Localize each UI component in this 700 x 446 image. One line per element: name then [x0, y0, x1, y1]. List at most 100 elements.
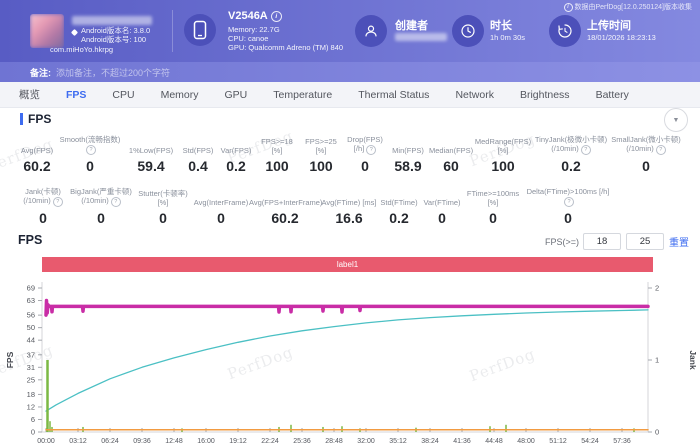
x-tick: 03:12: [69, 438, 87, 445]
y-left-tick: 50: [27, 323, 35, 332]
x-tick: 12:48: [165, 438, 183, 445]
stat-label: TinyJank(极微小卡顿)(/10min)?: [533, 136, 609, 155]
x-tick: 00:00: [37, 438, 55, 445]
stat-cell: Avg(InterFrame)0: [193, 188, 249, 226]
stat-label: MedRange(FPS)[%]: [473, 136, 533, 155]
stat-value: 60.2: [17, 158, 57, 174]
section-header: FPS: [20, 112, 51, 126]
x-tick: 38:24: [421, 438, 439, 445]
stat-cell: 1%Low(FPS) 59.4: [123, 136, 179, 174]
tab-network[interactable]: Network: [442, 82, 507, 107]
help-icon[interactable]: ?: [86, 145, 96, 155]
stat-label: Var(FTime): [421, 188, 463, 207]
stat-value: 0: [523, 210, 613, 226]
stat-cell: Std(FTime) 0.2: [377, 188, 421, 226]
stat-cell: FTime>=100ms [%]0: [463, 188, 523, 226]
app-avatar: [30, 14, 64, 48]
tab-temperature[interactable]: Temperature: [260, 82, 345, 107]
tab-thermal-status[interactable]: Thermal Status: [345, 82, 442, 107]
note-bar[interactable]: 备注: 添加备注，不超过200个字符: [0, 62, 700, 82]
stat-value: 100: [255, 158, 299, 174]
x-tick: 32:00: [357, 438, 375, 445]
y-left-tick: 56: [27, 311, 35, 320]
stat-label: BigJank(严重卡顿)(/10min)?: [69, 188, 133, 207]
stat-label: Avg(FPS+InterFrame): [249, 188, 321, 207]
stat-label: Avg(FTime) [ms]: [321, 188, 377, 207]
tab-memory[interactable]: Memory: [148, 82, 212, 107]
android-version-code: Android版本号: 100: [81, 34, 146, 45]
android-icon: [71, 29, 78, 36]
collapse-section-button[interactable]: ▼: [664, 108, 688, 132]
tab-bar: 概览FPSCPUMemoryGPUTemperatureThermal Stat…: [0, 82, 700, 108]
help-icon[interactable]: ?: [53, 197, 63, 207]
tab-fps[interactable]: FPS: [53, 82, 99, 107]
help-icon[interactable]: ?: [581, 145, 591, 155]
stat-value: 16.6: [321, 210, 377, 226]
help-icon[interactable]: ?: [111, 197, 121, 207]
fps-filter: FPS(>=) 重置: [545, 233, 689, 250]
tab-gpu[interactable]: GPU: [212, 82, 261, 107]
series-avg-fps-: [46, 310, 648, 411]
help-icon[interactable]: ?: [564, 197, 574, 207]
stat-value: 0: [609, 158, 683, 174]
fps-threshold-input-1[interactable]: [583, 233, 621, 250]
device-memory: Memory: 22.7G: [228, 25, 280, 34]
chart-range-bar[interactable]: label1: [42, 257, 653, 272]
x-tick: 06:24: [101, 438, 119, 445]
phone-icon: [184, 14, 216, 46]
collect-version-note: i数据由PerfDog[12.0.250124]版本收集: [564, 2, 693, 12]
stat-label: 1%Low(FPS): [123, 136, 179, 155]
stat-cell: SmallJank(微小卡顿)(/10min)?0: [609, 136, 683, 174]
stat-value: 0.2: [217, 158, 255, 174]
duration-icon: [452, 15, 484, 47]
fps-threshold-input-2[interactable]: [626, 233, 664, 250]
header-divider: [172, 10, 173, 52]
y-right-tick: 0: [655, 428, 659, 437]
help-icon[interactable]: ?: [656, 145, 666, 155]
device-info-icon[interactable]: i: [271, 11, 282, 22]
chart-range-bar-label: label1: [337, 260, 358, 269]
creator-name-redacted: [395, 33, 447, 41]
y-left-tick: 44: [27, 336, 35, 345]
fps-stats-row-2: Jank(卡顿)(/10min)?0BigJank(严重卡顿)(/10min)?…: [17, 188, 685, 226]
stat-value: 0: [57, 158, 123, 174]
x-tick: 51:12: [549, 438, 567, 445]
stat-value: 0: [463, 210, 523, 226]
x-tick: 41:36: [453, 438, 471, 445]
stat-value: 100: [473, 158, 533, 174]
note-placeholder: 添加备注，不超过200个字符: [56, 66, 170, 79]
stat-cell: Min(FPS)58.9: [387, 136, 429, 174]
y-left-tick: 12: [27, 402, 35, 411]
y-left-tick: 63: [27, 296, 35, 305]
section-accent-bar: [20, 113, 23, 125]
x-tick: 54:24: [581, 438, 599, 445]
stat-value: 59.4: [123, 158, 179, 174]
stat-cell: FPS>=18 [%]100: [255, 136, 299, 174]
stat-cell: Var(FTime) 0: [421, 188, 463, 226]
stat-label: Std(FTime): [377, 188, 421, 207]
x-tick: 48:00: [517, 438, 535, 445]
app-name-redacted: [72, 16, 152, 25]
x-tick: 44:48: [485, 438, 503, 445]
help-icon[interactable]: ?: [366, 145, 376, 155]
tab-battery[interactable]: Battery: [583, 82, 642, 107]
y-left-tick: 31: [27, 363, 35, 372]
stat-value: 0: [421, 210, 463, 226]
stat-cell: MedRange(FPS)[%] 100: [473, 136, 533, 174]
series-fps: [46, 301, 648, 316]
stat-label: Stutter(卡顿率) [%]: [133, 188, 193, 207]
package-name: com.miHoYo.hkrpg: [50, 45, 113, 54]
stat-value: 0.2: [377, 210, 421, 226]
stat-cell: Avg(FTime) [ms] 16.6: [321, 188, 377, 226]
fps-chart[interactable]: 061218253137445056636901200:0003:1206:24…: [0, 274, 700, 446]
stat-cell: Avg(FPS)60.2: [17, 136, 57, 174]
x-tick: 19:12: [229, 438, 247, 445]
tab-brightness[interactable]: Brightness: [507, 82, 583, 107]
fps-chart-svg[interactable]: 061218253137445056636901200:0003:1206:24…: [0, 274, 700, 446]
stat-value: 0: [133, 210, 193, 226]
tab-cpu[interactable]: CPU: [99, 82, 147, 107]
reset-button[interactable]: 重置: [669, 234, 689, 249]
upload-time-label: 上传时间: [587, 17, 631, 33]
device-cpu: CPU: canoe: [228, 34, 268, 43]
tab-概览[interactable]: 概览: [6, 82, 53, 107]
